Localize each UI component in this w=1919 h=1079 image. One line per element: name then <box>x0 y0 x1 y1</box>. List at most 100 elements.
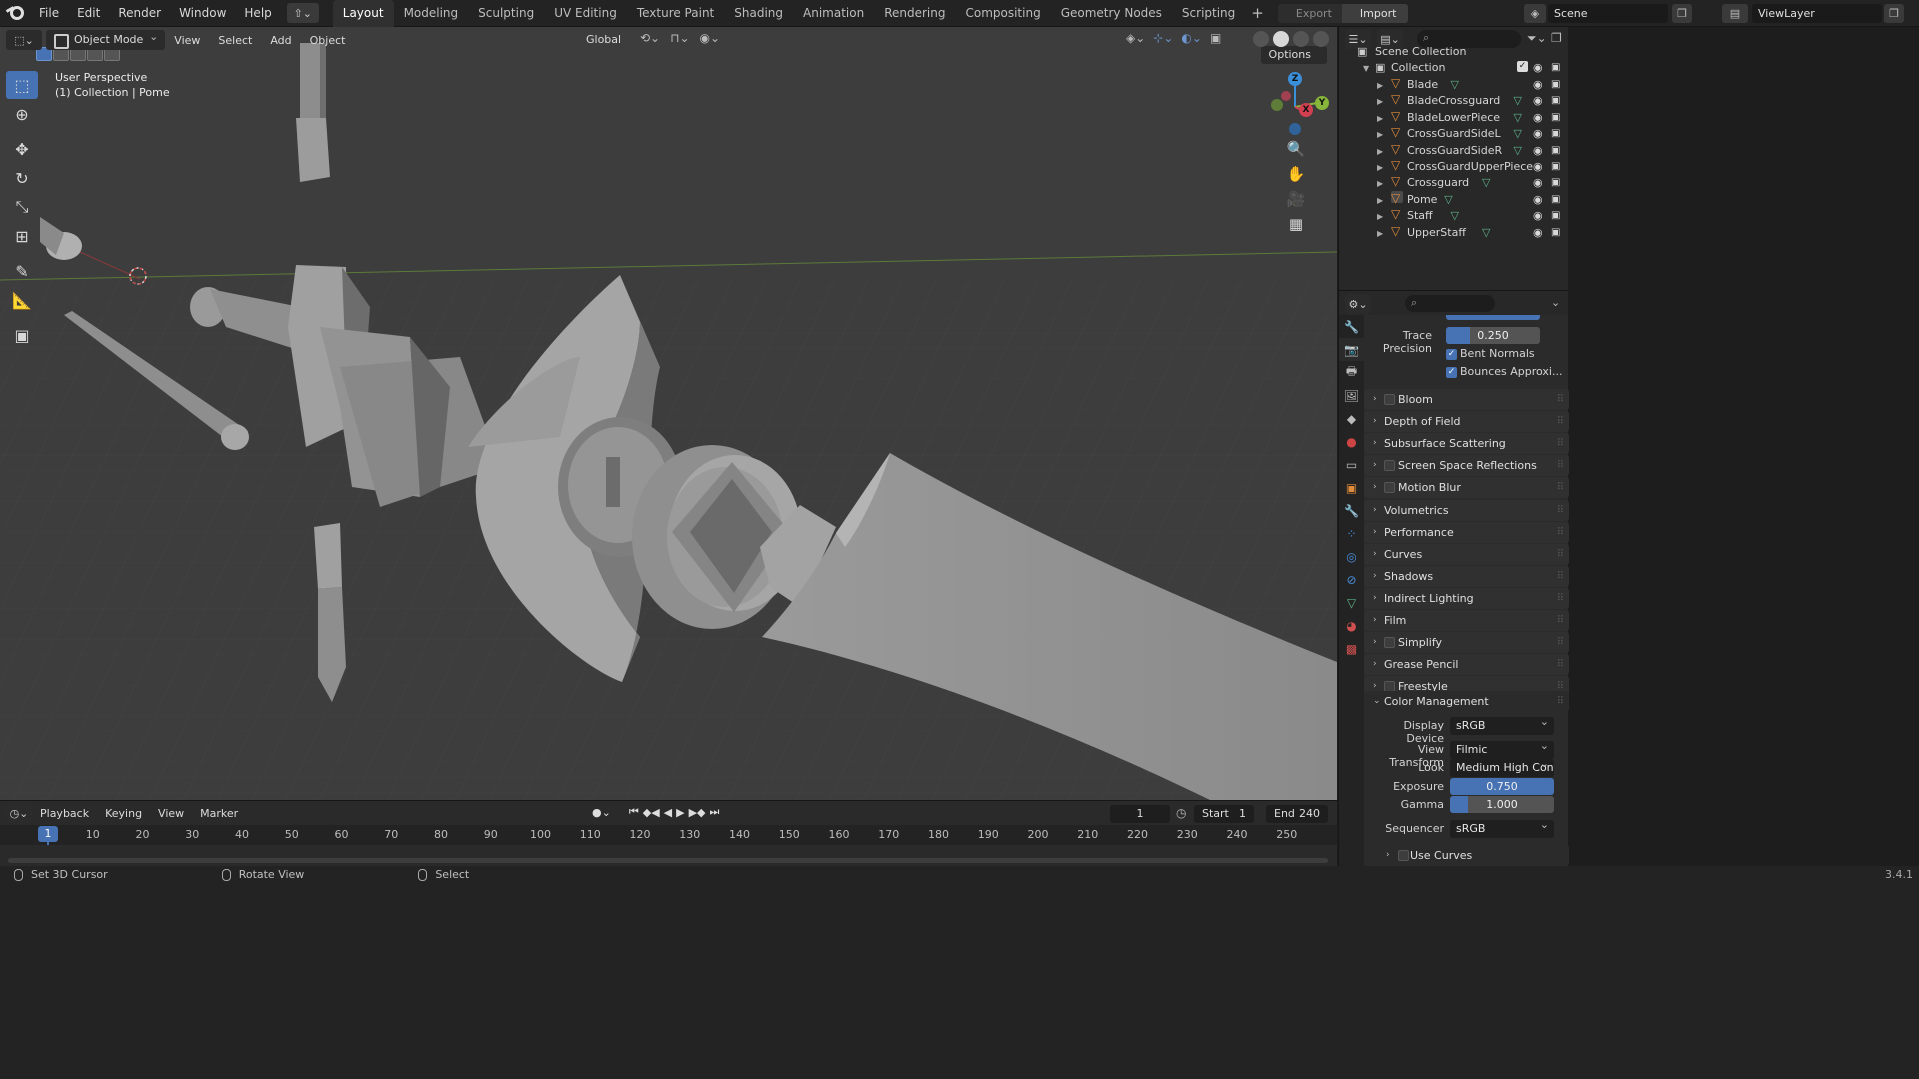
prev-keyframe-icon[interactable]: ◆◀ <box>643 806 660 819</box>
color-management-panel-header[interactable]: ⌄ Color Management ⠿ <box>1364 691 1569 712</box>
new-scene-icon[interactable]: ❐ <box>1672 4 1692 23</box>
modifier-tab-icon[interactable]: 🔧 <box>1339 499 1364 522</box>
navigation-gizmo[interactable]: Z Y X 🔍 ✋ 🎥 ▦ <box>1247 67 1337 267</box>
clock-icon[interactable]: ◷ <box>1176 806 1186 820</box>
collection-tab-icon[interactable]: ▭ <box>1339 453 1364 476</box>
mesh-data-icon[interactable]: ▽ <box>1451 76 1459 93</box>
drag-handle-icon[interactable]: ⠿ <box>1557 389 1564 410</box>
drag-handle-icon[interactable]: ⠿ <box>1557 588 1564 609</box>
outliner-row-staff[interactable]: ▶ ▽ Staff ▽ ◉ ▣ <box>1339 207 1569 224</box>
annotate-tool-icon[interactable]: ✎ <box>6 257 38 285</box>
eye-icon[interactable]: ◉ <box>1533 76 1543 93</box>
menu-render[interactable]: Render <box>109 0 170 27</box>
play-icon[interactable]: ▶ <box>676 806 684 819</box>
record-icon[interactable]: ●⌄ <box>592 806 611 819</box>
menu-help[interactable]: Help <box>235 0 280 27</box>
eye-icon[interactable]: ◉ <box>1533 158 1543 175</box>
overlays-icon[interactable]: ◐⌄ <box>1181 31 1202 45</box>
tab-rendering[interactable]: Rendering <box>874 0 955 27</box>
timeline-editor-type-icon[interactable]: ◷⌄ <box>6 803 32 823</box>
drag-handle-icon[interactable]: ⠿ <box>1557 654 1564 675</box>
gamma-slider[interactable]: 1.000 <box>1450 796 1554 813</box>
world-tab-icon[interactable]: ● <box>1339 430 1364 453</box>
outliner-row-scene-collection[interactable]: ▣ Scene Collection <box>1339 43 1569 60</box>
panel-volumetrics[interactable]: › Volumetrics ⠿ <box>1364 499 1569 521</box>
eye-icon[interactable]: ◉ <box>1533 174 1543 191</box>
menu-window[interactable]: Window <box>170 0 235 27</box>
transform-tool-icon[interactable]: ⊞ <box>6 222 38 250</box>
drag-handle-icon[interactable]: ⠿ <box>1557 433 1564 454</box>
y-axis-icon[interactable]: Y <box>1315 96 1329 110</box>
tab-uv-editing[interactable]: UV Editing <box>544 0 627 27</box>
constraints-tab-icon[interactable]: ⊘ <box>1339 568 1364 591</box>
viewport-menu-object[interactable]: Object <box>301 34 355 47</box>
scrolled-slider-partial[interactable] <box>1446 315 1540 320</box>
drag-handle-icon[interactable]: ⠿ <box>1557 632 1564 653</box>
panel-shadows[interactable]: › Shadows ⠿ <box>1364 565 1569 587</box>
cursor-tool-icon[interactable]: ⊕ <box>6 100 38 128</box>
outliner-row-crossguardupperpiece[interactable]: ▶ ▽ CrossGuardUpperPiece ◉ ▣ <box>1339 158 1569 175</box>
play-reverse-icon[interactable]: ◀ <box>664 806 672 819</box>
properties-search-input[interactable] <box>1405 295 1495 312</box>
scene-type-icon[interactable]: ◈ <box>1524 4 1546 23</box>
panel-motion-blur[interactable]: › Motion Blur ⠿ <box>1364 477 1569 499</box>
drag-handle-icon[interactable]: ⠿ <box>1557 544 1564 565</box>
tab-layout[interactable]: Layout <box>332 0 394 27</box>
3d-viewport[interactable]: ⬚⌄ Object Mode View Select Add Object Gl… <box>0 27 1337 800</box>
snap-icon[interactable]: ⊓⌄ <box>670 31 689 45</box>
material-shading-icon[interactable] <box>1293 31 1309 47</box>
z-axis-icon[interactable]: Z <box>1288 72 1302 86</box>
viewport-menu-add[interactable]: Add <box>261 34 300 47</box>
eye-icon[interactable]: ◉ <box>1533 191 1543 208</box>
mesh-data-icon[interactable]: ▽ <box>1514 109 1522 126</box>
mesh-data-icon[interactable]: ▽ <box>1514 92 1522 109</box>
panel-bloom[interactable]: › Bloom ⠿ <box>1364 389 1569 410</box>
upload-icon[interactable]: ⇧⌄ <box>286 3 319 23</box>
mode-dropdown[interactable]: Object Mode <box>46 27 166 50</box>
camera-icon[interactable]: ▣ <box>1551 142 1560 159</box>
drag-handle-icon[interactable]: ⠿ <box>1557 566 1564 587</box>
menu-file[interactable]: File <box>30 0 68 27</box>
mesh-data-icon[interactable]: ▽ <box>1444 191 1452 208</box>
mesh-data-icon[interactable]: ▽ <box>1514 125 1522 142</box>
mesh-data-icon[interactable]: ▽ <box>1514 142 1522 159</box>
start-frame-field[interactable]: Start 1 <box>1194 805 1254 823</box>
eye-icon[interactable]: ◉ <box>1533 109 1543 126</box>
timeline-menu-keying[interactable]: Keying <box>97 807 150 820</box>
outliner-row-crossguard[interactable]: ▶ ▽ Crossguard ▽ ◉ ▣ <box>1339 174 1569 191</box>
view-layer-selector[interactable]: ViewLayer <box>1752 4 1882 23</box>
neg-x-axis-icon[interactable] <box>1281 91 1291 101</box>
particles-tab-icon[interactable]: ⁘ <box>1339 522 1364 545</box>
current-frame-field[interactable]: 1 <box>1110 805 1170 823</box>
eye-icon[interactable]: ◉ <box>1533 142 1543 159</box>
panel-performance[interactable]: › Performance ⠿ <box>1364 521 1569 543</box>
proportional-edit-icon[interactable]: ◉⌄ <box>700 31 721 45</box>
viewport-menu-select[interactable]: Select <box>209 34 261 47</box>
add-workspace-icon[interactable]: + <box>1245 4 1270 22</box>
panel-enable-checkbox[interactable] <box>1384 460 1395 472</box>
timeline-menu-view[interactable]: View <box>150 807 192 820</box>
panel-depth-of-field[interactable]: › Depth of Field ⠿ <box>1364 411 1569 433</box>
zoom-icon[interactable]: 🔍 <box>1283 137 1309 161</box>
camera-icon[interactable]: ▣ <box>1551 158 1560 175</box>
drag-handle-icon[interactable]: ⠿ <box>1557 455 1564 476</box>
camera-icon[interactable]: ▣ <box>1551 125 1560 142</box>
eye-icon[interactable]: ◉ <box>1533 224 1543 241</box>
visibility-icon[interactable]: ◈⌄ <box>1126 31 1145 45</box>
exposure-slider[interactable]: 0.750 <box>1450 778 1554 795</box>
texture-tab-icon[interactable]: ▩ <box>1339 637 1364 660</box>
outliner-row-collection[interactable]: ▼ ▣ Collection ✓ ◉ ▣ <box>1339 59 1569 76</box>
add-cube-tool-icon[interactable]: ▣ <box>6 321 38 349</box>
outliner-row-blade[interactable]: ▶ ▽ Blade ▽ ◉ ▣ <box>1339 76 1569 93</box>
neg-y-axis-icon[interactable] <box>1271 99 1283 111</box>
editor-type-icon[interactable]: ⬚⌄ <box>6 30 42 50</box>
timeline-menu-playback[interactable]: Playback <box>32 807 97 820</box>
panel-enable-checkbox[interactable] <box>1384 482 1395 494</box>
material-tab-icon[interactable]: ◕ <box>1339 614 1364 637</box>
mesh-data-icon[interactable]: ▽ <box>1482 174 1490 191</box>
pivot-icon[interactable]: ⟲⌄ <box>640 31 660 45</box>
scene-selector[interactable]: Scene <box>1548 4 1668 23</box>
use-curves-subpanel[interactable]: › Use Curves <box>1364 845 1569 866</box>
panel-enable-checkbox[interactable] <box>1384 637 1395 649</box>
drag-handle-icon[interactable]: ⠿ <box>1557 500 1564 521</box>
